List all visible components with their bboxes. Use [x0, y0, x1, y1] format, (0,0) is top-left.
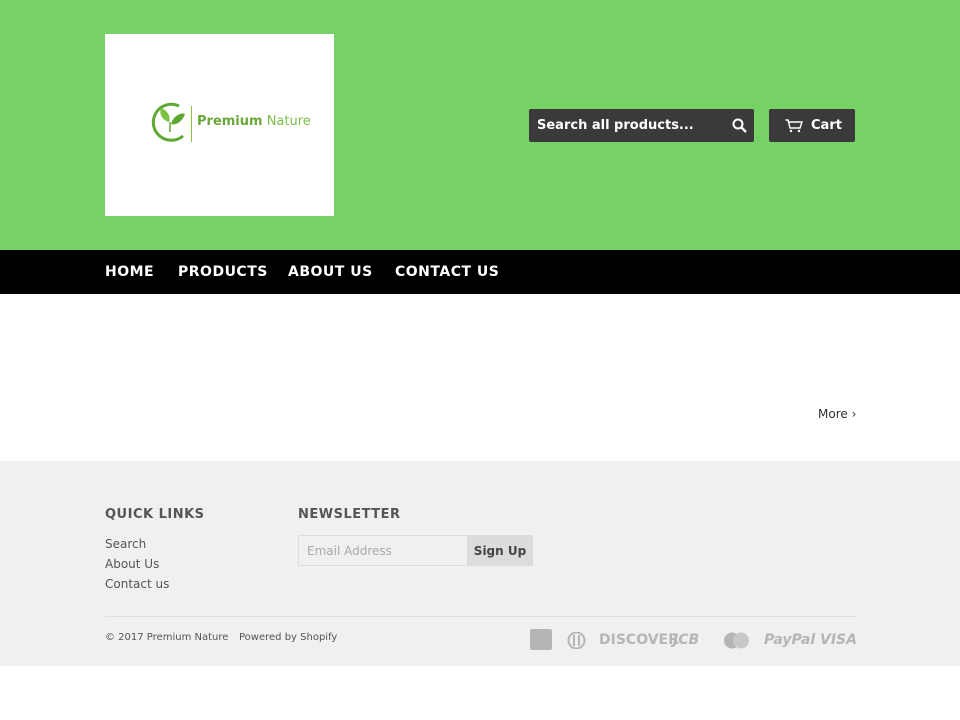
site-footer: QUICK LINKS Search About Us Contact us N…: [0, 461, 960, 666]
more-link[interactable]: More ›: [818, 407, 856, 421]
cart-icon: [785, 118, 803, 132]
footer-link-about-us[interactable]: About Us: [105, 557, 159, 571]
site-header: Premium Nature Cart: [0, 0, 960, 250]
logo-link[interactable]: Premium Nature: [105, 34, 334, 216]
nav-item-about-us[interactable]: ABOUT US: [288, 250, 373, 294]
search-input[interactable]: [529, 109, 719, 142]
footer-divider: [105, 616, 856, 617]
nav-item-products[interactable]: PRODUCTS: [178, 250, 268, 294]
logo-wordmark: Premium Nature: [197, 114, 311, 129]
paypal-icon: PayPal: [764, 632, 816, 648]
nav-item-home[interactable]: HOME: [105, 250, 154, 294]
jcb-icon: JCB: [673, 632, 700, 648]
footer-link-contact-us[interactable]: Contact us: [105, 577, 169, 591]
quick-links-heading: QUICK LINKS: [105, 507, 205, 522]
leaf-logo-icon: [151, 102, 185, 142]
logo-word-premium: Premium: [197, 114, 263, 129]
footer-link-search[interactable]: Search: [105, 537, 146, 551]
copyright-text: © 2017 Premium Nature: [105, 632, 229, 643]
mastercard-icon: [724, 632, 749, 649]
discover-icon: DISCOVER: [599, 632, 679, 648]
powered-by-link[interactable]: Powered by Shopify: [239, 632, 337, 643]
amex-icon: [530, 629, 552, 650]
search-submit-button[interactable]: [725, 109, 754, 142]
search-icon: [732, 118, 747, 133]
visa-icon: VISA: [820, 632, 857, 648]
newsletter-email-input[interactable]: [298, 535, 467, 566]
cart-button[interactable]: Cart: [769, 109, 855, 142]
newsletter-heading: NEWSLETTER: [298, 507, 401, 522]
diners-icon: [567, 632, 586, 649]
cart-label: Cart: [811, 118, 842, 133]
logo-word-nature: Nature: [266, 114, 311, 129]
search-form: [529, 109, 754, 142]
newsletter-signup-button[interactable]: Sign Up: [467, 535, 533, 566]
nav-item-contact-us[interactable]: CONTACT US: [395, 250, 499, 294]
main-nav: HOME PRODUCTS ABOUT US CONTACT US: [0, 250, 960, 294]
logo-divider: [191, 106, 192, 142]
